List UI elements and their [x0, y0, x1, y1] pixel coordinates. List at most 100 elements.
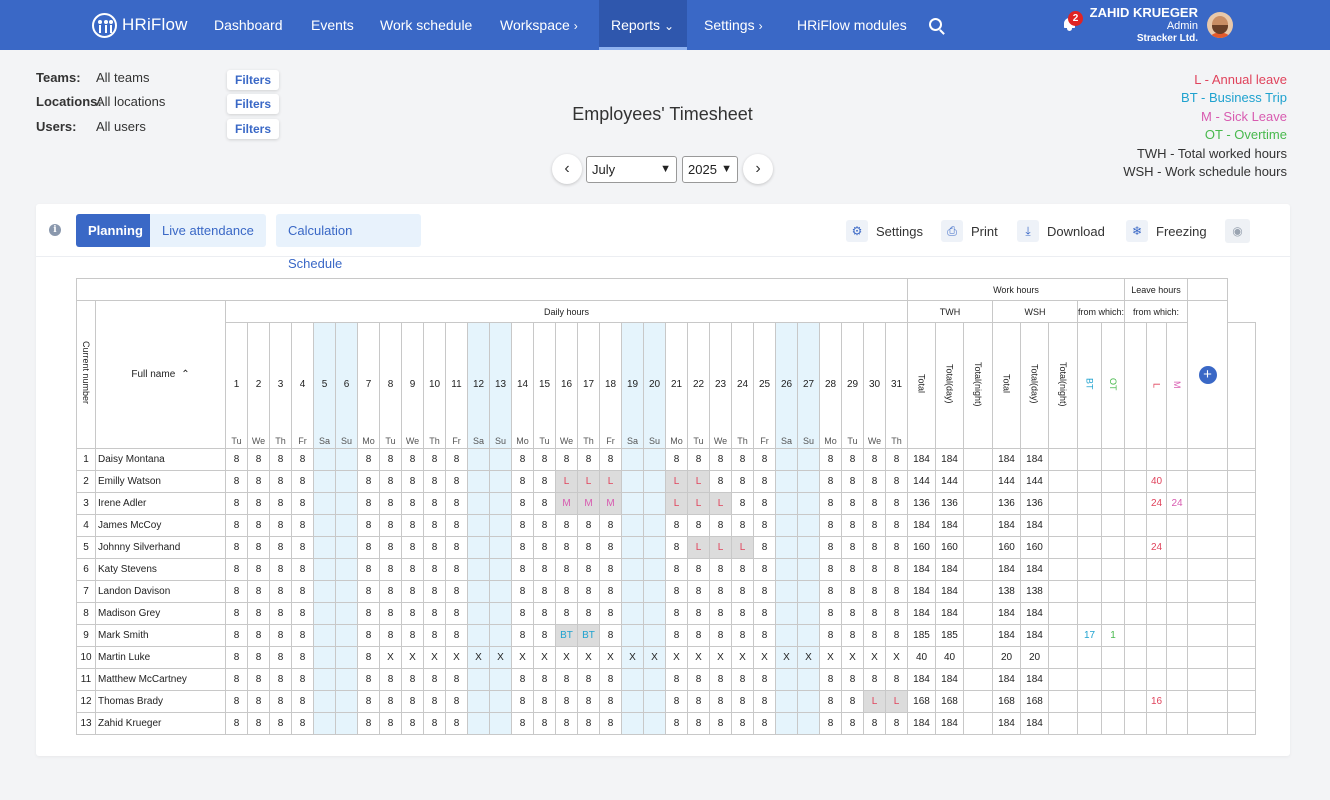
day-cell[interactable]: 8 [247, 514, 270, 537]
nav-work-schedule[interactable]: Work schedule [368, 0, 484, 50]
day-cell[interactable]: 8 [599, 448, 622, 471]
day-cell[interactable]: 8 [247, 492, 270, 515]
day-cell[interactable] [775, 712, 798, 735]
day-cell[interactable]: 8 [225, 602, 248, 625]
day-cell[interactable]: 8 [841, 712, 864, 735]
day-cell[interactable]: 8 [841, 558, 864, 581]
day-cell[interactable]: X [599, 646, 622, 669]
nav-reports[interactable]: Reports ⌄ [599, 0, 687, 50]
day-cell[interactable] [313, 690, 336, 713]
day-cell[interactable]: 8 [709, 558, 732, 581]
day-cell[interactable] [313, 712, 336, 735]
day-cell[interactable]: 8 [423, 558, 446, 581]
day-cell[interactable] [775, 514, 798, 537]
day-cell[interactable]: 8 [709, 712, 732, 735]
day-cell[interactable] [467, 492, 490, 515]
day-cell[interactable]: 8 [225, 470, 248, 493]
freezing-button[interactable]: ❄ Freezing [1126, 220, 1207, 242]
user-name[interactable]: ZAHID KRUEGER [1090, 5, 1198, 20]
day-cell[interactable]: 8 [863, 448, 886, 471]
day-cell[interactable]: 8 [753, 558, 776, 581]
day-cell[interactable]: X [775, 646, 798, 669]
day-cell[interactable]: 8 [401, 492, 424, 515]
day-cell[interactable]: 8 [599, 690, 622, 713]
day-cell[interactable] [489, 580, 512, 603]
day-cell[interactable]: 8 [269, 580, 292, 603]
day-cell[interactable] [489, 492, 512, 515]
day-cell[interactable]: X [643, 646, 666, 669]
day-cell[interactable]: 8 [357, 492, 380, 515]
day-cell[interactable]: 8 [511, 558, 534, 581]
day-cell[interactable]: 8 [753, 514, 776, 537]
day-cell[interactable] [797, 470, 820, 493]
day-cell[interactable]: 8 [423, 492, 446, 515]
day-cell[interactable]: 8 [423, 668, 446, 691]
day-cell[interactable]: 8 [225, 558, 248, 581]
day-cell[interactable] [467, 624, 490, 647]
day-cell[interactable]: L [709, 536, 732, 559]
day-cell[interactable]: 8 [423, 624, 446, 647]
day-cell[interactable]: 8 [709, 580, 732, 603]
day-cell[interactable]: 8 [423, 514, 446, 537]
day-cell[interactable] [467, 690, 490, 713]
day-cell[interactable] [621, 602, 644, 625]
day-cell[interactable] [467, 470, 490, 493]
day-cell[interactable]: 8 [753, 624, 776, 647]
day-cell[interactable]: 8 [357, 470, 380, 493]
day-cell[interactable] [775, 492, 798, 515]
day-cell[interactable]: 8 [291, 514, 314, 537]
employee-name[interactable]: Irene Adler [95, 492, 226, 515]
day-cell[interactable]: X [621, 646, 644, 669]
day-cell[interactable] [467, 668, 490, 691]
day-cell[interactable]: 8 [269, 558, 292, 581]
day-cell[interactable]: 8 [445, 580, 468, 603]
day-cell[interactable] [621, 470, 644, 493]
day-cell[interactable]: 8 [423, 690, 446, 713]
day-cell[interactable]: 8 [665, 580, 688, 603]
day-cell[interactable]: X [511, 646, 534, 669]
day-cell[interactable]: 8 [863, 492, 886, 515]
day-cell[interactable] [313, 514, 336, 537]
day-cell[interactable] [467, 580, 490, 603]
day-cell[interactable] [313, 580, 336, 603]
day-cell[interactable] [797, 624, 820, 647]
day-cell[interactable]: 8 [841, 690, 864, 713]
day-cell[interactable]: 8 [423, 602, 446, 625]
day-cell[interactable]: 8 [379, 712, 402, 735]
day-cell[interactable]: X [665, 646, 688, 669]
day-cell[interactable]: 8 [445, 448, 468, 471]
day-cell[interactable]: 8 [423, 580, 446, 603]
day-cell[interactable] [621, 514, 644, 537]
day-cell[interactable]: 8 [379, 602, 402, 625]
day-cell[interactable]: 8 [445, 712, 468, 735]
day-cell[interactable]: 8 [863, 624, 886, 647]
day-cell[interactable]: 8 [753, 690, 776, 713]
day-cell[interactable]: X [731, 646, 754, 669]
day-cell[interactable] [643, 668, 666, 691]
day-cell[interactable]: 8 [885, 712, 908, 735]
day-cell[interactable]: 8 [819, 690, 842, 713]
day-cell[interactable]: 8 [885, 580, 908, 603]
day-cell[interactable]: 8 [885, 558, 908, 581]
day-cell[interactable]: 8 [665, 712, 688, 735]
employee-name[interactable]: Mark Smith [95, 624, 226, 647]
day-cell[interactable] [335, 712, 358, 735]
day-cell[interactable]: 8 [247, 602, 270, 625]
nav-workspace[interactable]: Workspace › [488, 0, 590, 50]
day-cell[interactable]: 8 [599, 536, 622, 559]
day-cell[interactable]: 8 [511, 712, 534, 735]
day-cell[interactable]: 8 [445, 536, 468, 559]
day-cell[interactable]: 8 [841, 536, 864, 559]
day-cell[interactable]: 8 [225, 536, 248, 559]
day-cell[interactable] [489, 558, 512, 581]
day-cell[interactable]: 8 [841, 602, 864, 625]
day-cell[interactable]: L [687, 536, 710, 559]
day-cell[interactable]: 8 [687, 624, 710, 647]
day-cell[interactable]: 8 [269, 470, 292, 493]
day-cell[interactable]: 8 [533, 470, 556, 493]
day-cell[interactable]: 8 [599, 668, 622, 691]
day-cell[interactable]: M [577, 492, 600, 515]
day-cell[interactable]: X [489, 646, 512, 669]
day-cell[interactable]: 8 [291, 602, 314, 625]
day-cell[interactable]: 8 [863, 514, 886, 537]
